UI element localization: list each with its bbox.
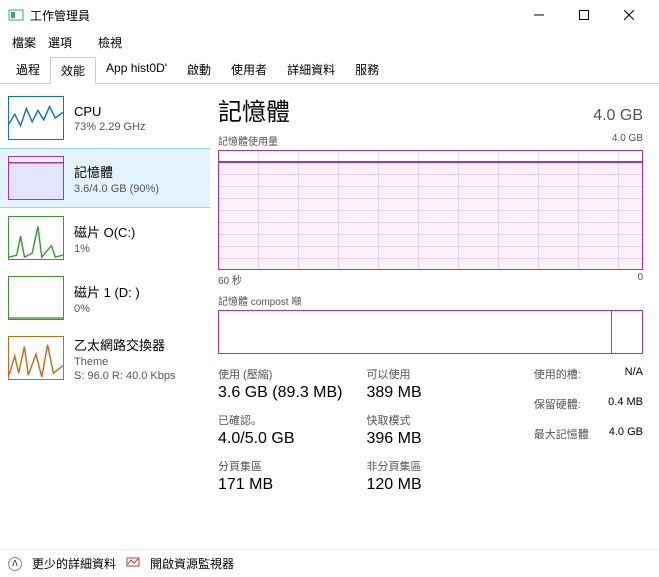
chevron-up-icon[interactable]: ᐱ: [8, 557, 22, 571]
sidebar-item-memory[interactable]: 記憶體 3.6/4.0 GB (90%): [0, 148, 210, 208]
nonpaged-label: 非分頁集區: [367, 458, 422, 474]
menu-bar: 檔案 選項 檢視: [0, 30, 659, 57]
eth-sub: Theme: [74, 356, 176, 368]
tab-processes[interactable]: 過程: [6, 57, 50, 83]
chart1-label: 記憶體使用量: [218, 133, 278, 148]
tab-performance[interactable]: 效能: [50, 57, 96, 84]
memory-value: 3.6/4.0 GB (90%): [74, 183, 159, 195]
disk0-value: 1%: [74, 243, 135, 255]
tab-startup[interactable]: 啟動: [177, 57, 221, 83]
disk1-value: 0%: [74, 303, 140, 315]
eth-label: 乙太網路交換器: [74, 335, 176, 354]
paged-label: 分頁集區: [218, 458, 343, 474]
committed-label: 已確認。: [218, 412, 343, 428]
memory-label: 記憶體: [74, 162, 159, 181]
disk1-mini-chart: [8, 276, 64, 320]
reserved-label: 保留硬體:: [534, 396, 581, 412]
stats-area: 使用 (壓縮) 3.6 GB (89.3 MB) 已確認。 4.0/5.0 GB…: [218, 366, 643, 494]
cpu-value: 73% 2.29 GHz: [74, 121, 146, 133]
cached-label: 快取模式: [367, 412, 422, 428]
disk1-label: 磁片 1 (D: ): [74, 282, 140, 301]
chart1-xright: 0: [637, 272, 643, 287]
disk0-label: 磁片 O(C:): [74, 222, 135, 241]
app-icon: [8, 7, 24, 23]
eth-value: S: 96.0 R: 40.0 Kbps: [74, 370, 176, 382]
memory-composition-chart: [218, 310, 643, 354]
open-resource-monitor-link[interactable]: 開啟資源監視器: [150, 555, 234, 572]
tab-details[interactable]: 詳細資料: [277, 57, 345, 83]
cpu-mini-chart: [8, 96, 64, 140]
committed-value: 4.0/5.0 GB: [218, 430, 343, 448]
menu-options[interactable]: 選項: [44, 32, 76, 53]
fewer-details-link[interactable]: 更少的詳細資料: [32, 555, 116, 572]
page-title: 記憶體: [218, 92, 290, 127]
sidebar: CPU 73% 2.29 GHz 記憶體 3.6/4.0 GB (90%) 磁片…: [0, 84, 210, 553]
slots-label: 使用的槽:: [534, 366, 581, 382]
inuse-value: 3.6 GB (89.3 MB): [218, 384, 343, 402]
menu-file[interactable]: 檔案: [8, 32, 40, 53]
available-label: 可以使用: [367, 366, 422, 382]
content-area: CPU 73% 2.29 GHz 記憶體 3.6/4.0 GB (90%) 磁片…: [0, 84, 659, 553]
tab-bar: 過程 效能 App hist0D' 啟動 使用者 詳細資料 服務: [0, 57, 659, 84]
title-bar: 工作管理員: [0, 0, 659, 30]
paged-value: 171 MB: [218, 476, 343, 494]
max-label: 最大記憶體: [534, 426, 589, 442]
main-panel: 記憶體 4.0 GB 記憶體使用量 4.0 GB 60 秒 0 記憶體 comp…: [210, 84, 659, 553]
close-button[interactable]: [606, 0, 651, 30]
minimize-button[interactable]: [516, 0, 561, 30]
cached-value: 396 MB: [367, 430, 422, 448]
eth-mini-chart: [8, 336, 64, 380]
memory-capacity: 4.0 GB: [593, 107, 643, 125]
maximize-button[interactable]: [561, 0, 606, 30]
nonpaged-value: 120 MB: [367, 476, 422, 494]
reserved-value: 0.4 MB: [608, 396, 643, 412]
chart1-xleft: 60 秒: [218, 272, 242, 287]
memory-mini-chart: [8, 156, 64, 200]
sidebar-item-ethernet[interactable]: 乙太網路交換器 Theme S: 96.0 R: 40.0 Kbps: [0, 328, 210, 388]
footer-bar: ᐱ 更少的詳細資料 開啟資源監視器: [0, 549, 659, 577]
tab-apphistory[interactable]: App hist0D': [96, 57, 177, 83]
slots-value: N/A: [625, 366, 643, 382]
window-controls: [516, 0, 651, 30]
window-title: 工作管理員: [30, 7, 516, 24]
sidebar-item-cpu[interactable]: CPU 73% 2.29 GHz: [0, 88, 210, 148]
tab-services[interactable]: 服務: [345, 57, 389, 83]
disk0-mini-chart: [8, 216, 64, 260]
tab-users[interactable]: 使用者: [221, 57, 277, 83]
chart2-label: 記憶體 compost 噸: [218, 293, 301, 308]
sidebar-item-disk0[interactable]: 磁片 O(C:) 1%: [0, 208, 210, 268]
memory-usage-chart: [218, 150, 643, 270]
menu-view[interactable]: 檢視: [94, 32, 126, 53]
max-value: 4.0 GB: [609, 426, 643, 442]
chart1-max: 4.0 GB: [612, 133, 643, 148]
available-value: 389 MB: [367, 384, 422, 402]
resmon-icon: [126, 555, 140, 572]
inuse-label: 使用 (壓縮): [218, 366, 343, 382]
cpu-label: CPU: [74, 104, 146, 119]
sidebar-item-disk1[interactable]: 磁片 1 (D: ) 0%: [0, 268, 210, 328]
